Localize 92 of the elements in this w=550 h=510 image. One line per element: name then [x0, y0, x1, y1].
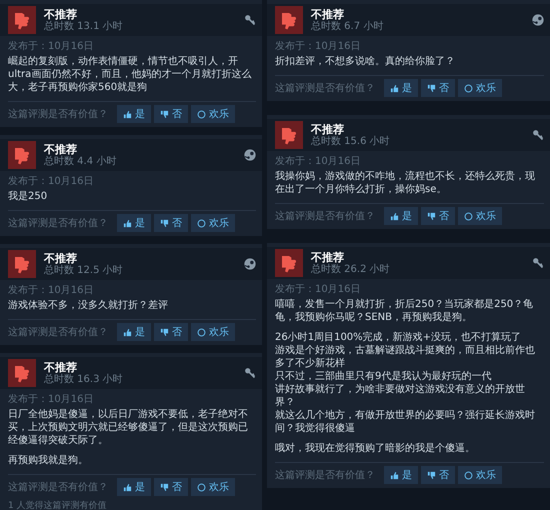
helpful-question: 这篇评测是否有价值？ [8, 216, 108, 230]
vote-button[interactable]: 是 [117, 105, 151, 123]
vote-button[interactable]: 是 [117, 214, 151, 232]
thumbs-down-icon [160, 110, 169, 118]
verdict-label: 不推荐 [44, 8, 78, 20]
thumbs-down-icon [427, 470, 436, 480]
review-text: 游戏是个好游戏，古墓解谜跟战斗挺爽的，而且相比前作也多了不少新花样 [275, 344, 536, 370]
thumbs-down-icon [275, 6, 303, 34]
posted-date: 发布于：10月16日 [8, 175, 94, 188]
thumbs-up-icon [123, 482, 132, 492]
playtime-text: 总时数 12.5 小时 [44, 264, 124, 276]
playtime-text: 总时数 13.1 小时 [44, 20, 124, 32]
vote-button[interactable]: 否 [154, 105, 188, 123]
thumbs-down-icon [275, 249, 303, 277]
vote-button[interactable]: 否 [421, 466, 455, 484]
key-icon [532, 257, 544, 269]
review-text: 26小时1周目100%完成，新游戏+没玩，也不打算玩了 [275, 331, 522, 344]
verdict-label: 不推荐 [44, 142, 78, 156]
vote-button[interactable]: 是 [384, 207, 418, 225]
verdict-label: 不推荐 [311, 122, 345, 136]
vote-button[interactable]: 否 [154, 323, 188, 341]
verdict-label: 不推荐 [311, 8, 345, 20]
helpful-question: 这篇评测是否有价值？ [8, 108, 108, 121]
posted-date: 发布于：10月16日 [275, 40, 362, 53]
vote-button[interactable]: 欢乐 [191, 323, 235, 341]
playtime-text: 总时数 26.2 小时 [311, 264, 391, 276]
posted-date: 发布于：10月16日 [275, 155, 362, 168]
vote-button[interactable]: 是 [384, 79, 418, 97]
posted-date: 发布于：10月16日 [275, 283, 362, 296]
steam-logo-icon [244, 258, 256, 270]
thumbs-down-icon [160, 328, 169, 336]
review-text: 就这么几个地方，有做开放世界的必要吗？强行延长游戏时间？我觉得很傻逼 [275, 409, 536, 435]
review-text: 哦对，我现在觉得预购了暗影的我是个傻逼。 [275, 442, 476, 455]
steam-logo-icon [244, 149, 256, 161]
vote-button[interactable]: 是 [117, 323, 151, 341]
thumbs-up-icon [390, 84, 399, 92]
vote-button[interactable]: 欢乐 [458, 207, 502, 225]
review-text: 嘻嘻，发售一个月就打折，折后250？当玩家都是250？龟龟，我预购你马呢？SENB，再预购我是狗。 [275, 298, 534, 324]
playtime-text: 总时数 16.3 小时 [44, 374, 124, 386]
helpful-question: 这篇评测是否有价值？ [8, 480, 108, 494]
steam-logo-icon [532, 14, 544, 26]
vote-button[interactable]: 是 [117, 478, 151, 496]
vote-button[interactable]: 是 [384, 466, 418, 484]
thumbs-up-icon [390, 470, 399, 480]
verdict-label: 不推荐 [311, 250, 345, 264]
helpful-count: 1 人觉得这篇评测有价值 [8, 500, 108, 510]
thumbs-down-icon [427, 212, 436, 220]
helpful-question: 这篇评测是否有价值？ [8, 326, 108, 339]
vote-button[interactable]: 欢乐 [191, 478, 235, 496]
key-icon [532, 129, 544, 141]
vote-button[interactable]: 欢乐 [458, 79, 502, 97]
thumbs-down-icon [8, 359, 36, 387]
thumbs-down-icon [8, 6, 36, 34]
review-text: 折扣差评，不想多说啥。真的给你脸了？ [275, 55, 456, 68]
playtime-text: 总时数 4.4 小时 [44, 156, 118, 168]
key-icon [244, 367, 256, 379]
thumbs-down-icon [427, 84, 436, 92]
posted-date: 发布于：10月16日 [8, 284, 94, 297]
vote-button[interactable]: 否 [421, 79, 455, 97]
thumbs-down-icon [160, 218, 169, 228]
key-icon [244, 14, 256, 26]
review-text: 我操你妈，游戏做的不咋地，流程也不长，还特么死贵，现在出了一个月你特么打折，操你妈se。 [275, 170, 536, 196]
review-text: 游戏体验不多，没多久就打折？差评 [8, 299, 169, 312]
vote-button[interactable]: 否 [154, 478, 188, 496]
review-text: 讲好故事就行了，为啥非要做对这游戏没有意义的开放世界？ [275, 383, 526, 409]
thumbs-up-icon [123, 218, 132, 228]
thumbs-up-icon [123, 110, 132, 118]
vote-button[interactable]: 否 [154, 214, 188, 232]
review-text: 只不过，三部曲里只有9代是我认为最好玩的一代 [275, 370, 492, 383]
review-text: 崛起的复刻版，动作表情僵硬，情节也不吸引人，开ultra画面仍然不好，而且，他妈的才一个月就打折这么大，老子再预购你家560就是狗 [8, 55, 252, 94]
vote-button[interactable]: 欢乐 [191, 105, 235, 123]
review-text: 再预购我就是狗。 [8, 454, 89, 467]
playtime-text: 总时数 15.6 小时 [311, 136, 391, 148]
thumbs-up-icon [390, 212, 399, 220]
review-text: 日厂全他妈是傻逼，以后日厂游戏不要低，老子绝对不买，上次预购文明六就已经够傻逼了，但是这次预购已经傻逼得突破天际了。 [8, 408, 249, 447]
posted-date: 发布于：10月16日 [8, 40, 94, 53]
thumbs-down-icon [275, 121, 303, 149]
vote-button[interactable]: 否 [421, 207, 455, 225]
review-text: 我是250 [8, 190, 48, 203]
playtime-text: 总时数 6.7 小时 [311, 20, 384, 32]
vote-button[interactable]: 欢乐 [458, 466, 502, 484]
vote-button[interactable]: 欢乐 [191, 214, 235, 232]
thumbs-up-icon [123, 328, 132, 336]
helpful-question: 这篇评测是否有价值？ [275, 82, 375, 95]
helpful-question: 这篇评测是否有价值？ [275, 210, 375, 223]
helpful-question: 这篇评测是否有价值？ [275, 468, 375, 482]
posted-date: 发布于：10月16日 [8, 393, 94, 406]
thumbs-down-icon [160, 482, 169, 492]
thumbs-down-icon [8, 250, 36, 278]
verdict-label: 不推荐 [44, 360, 78, 374]
thumbs-down-icon [8, 141, 36, 169]
verdict-label: 不推荐 [44, 252, 78, 264]
